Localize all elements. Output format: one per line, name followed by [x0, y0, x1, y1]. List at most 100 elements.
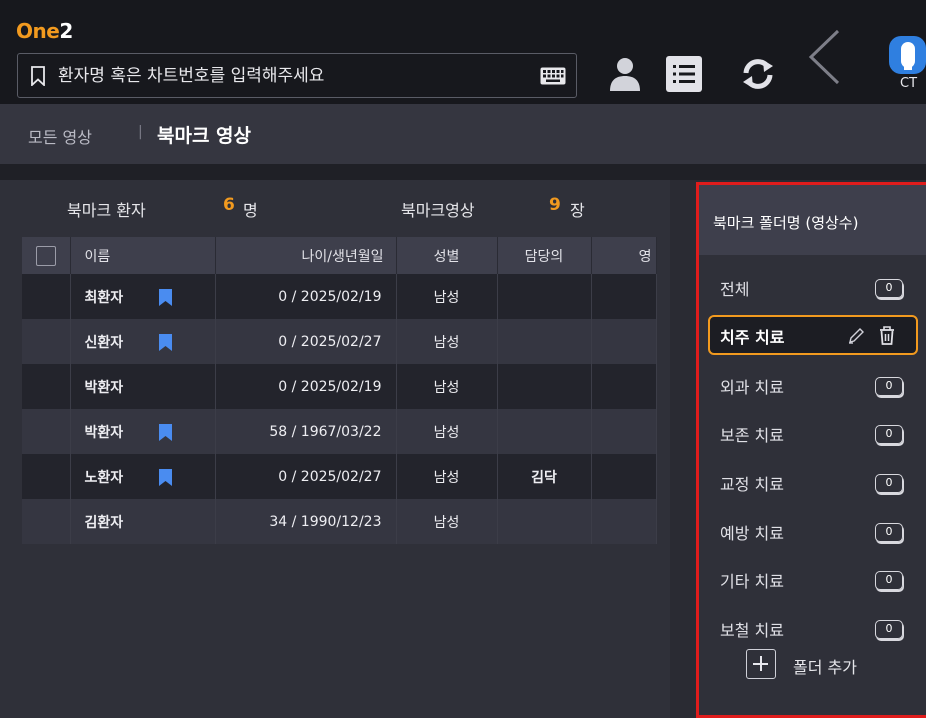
- bookmark-icon[interactable]: [159, 289, 173, 306]
- patient-icon[interactable]: [608, 56, 642, 92]
- patient-name: 최환자: [84, 289, 124, 306]
- patient-name: 박환자: [84, 424, 124, 441]
- age-dob-cell: 0 / 2025/02/27: [215, 454, 397, 499]
- row-checkbox-cell[interactable]: [22, 454, 71, 499]
- patient-table: 이름 나이/생년월일 성별 담당의 영 최환자 0 / 2025/02/19 남성 신…: [22, 237, 657, 544]
- row-checkbox-cell[interactable]: [22, 409, 71, 454]
- folder-count-badge: 0: [875, 425, 903, 444]
- bookmark-patients-unit: 명: [243, 201, 258, 220]
- folder-count-badge: 0: [875, 377, 903, 396]
- folder-item[interactable]: 전체 0: [708, 268, 918, 308]
- bookmark-images-label: 북마크영상: [401, 201, 475, 220]
- add-folder-label[interactable]: 폴더 추가: [793, 654, 857, 678]
- bookmark-folder-panel: 북마크 폴더명 (영상수) 전체 0 치주 치료외과 치료 0 보존 치료 0 교정 치료 0…: [696, 182, 926, 718]
- table-row[interactable]: 노환자 0 / 2025/02/27 남성 김닥: [22, 454, 657, 499]
- bookmark-icon[interactable]: [159, 334, 173, 351]
- sex-cell: 남성: [396, 409, 498, 454]
- patient-name-cell: 박환자: [70, 409, 216, 454]
- doctor-cell: 김닥: [497, 454, 592, 499]
- ct-label: CT: [900, 76, 918, 91]
- folder-label: 교정 치료: [720, 475, 784, 494]
- patient-name-cell: 신환자: [70, 319, 216, 364]
- folder-count-badge: 0: [875, 474, 903, 493]
- select-all-checkbox-cell: [22, 237, 71, 274]
- divider: [0, 164, 926, 180]
- doctor-cell: [497, 499, 592, 544]
- sex-cell: 남성: [396, 274, 498, 319]
- bookmark-icon[interactable]: [159, 469, 173, 486]
- sex-cell: 남성: [396, 499, 498, 544]
- table-row[interactable]: 신환자 0 / 2025/02/27 남성: [22, 319, 657, 364]
- sex-cell: 남성: [396, 364, 498, 409]
- folder-count-badge: 0: [875, 523, 903, 542]
- folder-label: 보존 치료: [720, 426, 784, 445]
- back-chevron-icon[interactable]: [806, 28, 842, 86]
- images-cell: [591, 274, 657, 319]
- row-checkbox-cell[interactable]: [22, 319, 71, 364]
- breadcrumb-all-images[interactable]: 모든 영상: [28, 124, 92, 148]
- table-row[interactable]: 박환자 58 / 1967/03/22 남성: [22, 409, 657, 454]
- bookmark-icon[interactable]: [159, 424, 173, 441]
- folder-label: 보철 치료: [720, 621, 784, 640]
- patient-name-cell: 김환자: [70, 499, 216, 544]
- age-dob-cell: 0 / 2025/02/27: [215, 319, 397, 364]
- folder-label: 외과 치료: [720, 378, 784, 397]
- bookmark-patients-label: 북마크 환자: [67, 201, 146, 220]
- patient-search-box[interactable]: [17, 53, 577, 98]
- delete-trash-icon[interactable]: [878, 325, 896, 345]
- bookmark-outline-icon: [31, 66, 45, 86]
- breadcrumb-bookmark-images: 북마크 영상: [157, 125, 252, 147]
- folder-item-selected[interactable]: 치주 치료: [708, 315, 918, 355]
- select-all-checkbox[interactable]: [35, 245, 56, 266]
- search-input[interactable]: [58, 62, 528, 90]
- age-dob-cell: 0 / 2025/02/19: [215, 274, 397, 319]
- add-folder-button[interactable]: [746, 649, 776, 679]
- folder-count-badge: 0: [875, 279, 903, 298]
- breadcrumb-separator: |: [138, 124, 143, 140]
- row-checkbox-cell[interactable]: [22, 499, 71, 544]
- images-cell: [591, 499, 657, 544]
- doctor-cell: [497, 364, 592, 409]
- bookmark-patients-count: 6: [223, 195, 235, 215]
- sex-cell: 남성: [396, 319, 498, 364]
- keyboard-icon[interactable]: [540, 67, 566, 85]
- folder-item[interactable]: 보철 치료 0: [708, 609, 918, 649]
- patient-name-cell: 노환자: [70, 454, 216, 499]
- refresh-icon[interactable]: [740, 56, 776, 92]
- folder-label: 치주 치료: [720, 328, 785, 347]
- table-row[interactable]: 박환자 0 / 2025/02/19 남성: [22, 364, 657, 409]
- age-dob-cell: 58 / 1967/03/22: [215, 409, 397, 454]
- patient-name: 박환자: [84, 379, 124, 396]
- bookmark-images-unit: 장: [570, 201, 585, 220]
- folder-item[interactable]: 외과 치료 0: [708, 366, 918, 406]
- doctor-cell: [497, 274, 592, 319]
- column-header-sex[interactable]: 성별: [396, 237, 498, 274]
- list-view-icon[interactable]: [666, 56, 702, 92]
- column-header-doctor[interactable]: 담당의: [497, 237, 592, 274]
- folder-item[interactable]: 보존 치료 0: [708, 414, 918, 454]
- folder-count-badge: 0: [875, 571, 903, 590]
- column-header-age-dob[interactable]: 나이/생년월일: [215, 237, 397, 274]
- column-header-name[interactable]: 이름: [70, 237, 216, 274]
- images-cell: [591, 454, 657, 499]
- patient-name-cell: 박환자: [70, 364, 216, 409]
- folder-panel-title: 북마크 폴더명 (영상수): [713, 214, 859, 232]
- folder-item[interactable]: 기타 치료 0: [708, 560, 918, 600]
- sex-cell: 남성: [396, 454, 498, 499]
- folder-item[interactable]: 예방 치료 0: [708, 512, 918, 552]
- table-header-row: 이름 나이/생년월일 성별 담당의 영: [22, 237, 657, 274]
- patient-name: 신환자: [84, 334, 124, 351]
- folder-label: 전체: [720, 280, 750, 299]
- doctor-cell: [497, 409, 592, 454]
- edit-pencil-icon[interactable]: [847, 327, 865, 345]
- table-row[interactable]: 김환자 34 / 1990/12/23 남성: [22, 499, 657, 544]
- patient-name: 노환자: [84, 469, 124, 486]
- patient-name: 김환자: [84, 514, 124, 531]
- folder-panel-header: 북마크 폴더명 (영상수): [699, 185, 926, 255]
- row-checkbox-cell[interactable]: [22, 274, 71, 319]
- age-dob-cell: 0 / 2025/02/19: [215, 364, 397, 409]
- column-header-images[interactable]: 영: [591, 237, 657, 274]
- table-row[interactable]: 최환자 0 / 2025/02/19 남성: [22, 274, 657, 319]
- folder-item[interactable]: 교정 치료 0: [708, 463, 918, 503]
- row-checkbox-cell[interactable]: [22, 364, 71, 409]
